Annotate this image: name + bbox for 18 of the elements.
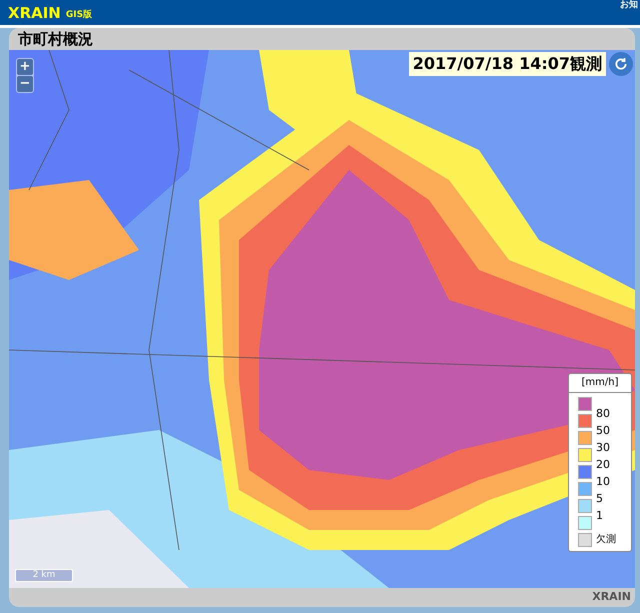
observation-timestamp: 2017/07/18 14:07観測 <box>408 52 606 76</box>
zoom-in-button[interactable]: + <box>17 59 33 75</box>
zoom-out-button[interactable]: − <box>17 76 33 92</box>
legend-label: 欠測 <box>596 533 616 547</box>
legend-label: 80 <box>596 407 610 421</box>
legend-label: 1 <box>596 509 604 523</box>
logo: XRAIN <box>8 4 61 22</box>
scale-label: 2 km <box>32 570 56 581</box>
logo-suffix: GIS版 <box>66 8 92 22</box>
legend-label: 30 <box>596 441 610 455</box>
panel-footer: XRAIN <box>592 589 631 606</box>
legend-label: 5 <box>596 492 604 506</box>
legend-label: 10 <box>596 475 610 489</box>
refresh-icon <box>614 57 628 71</box>
legend-label: 20 <box>596 458 610 472</box>
legend-label: 50 <box>596 424 610 438</box>
panel-title: 市町村概況 <box>18 28 93 50</box>
legend-unit: [mm/h] <box>569 374 631 393</box>
